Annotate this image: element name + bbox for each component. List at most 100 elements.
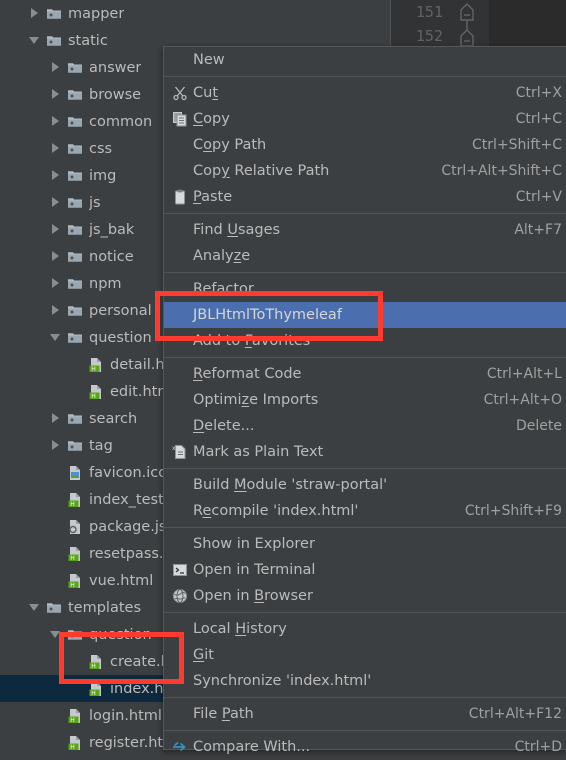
editor-pane[interactable]: 151 152 [390, 0, 566, 47]
menu-item-paste[interactable]: Paste Ctrl+V [164, 184, 566, 210]
menu-item-local-history[interactable]: Local History [164, 616, 566, 642]
menu-item-copy-relative-path[interactable]: Copy Relative Path Ctrl+Alt+Shift+C [164, 158, 566, 184]
tree-item-label: question [89, 329, 152, 346]
html-file-icon: H [89, 654, 101, 669]
html-file-icon: H [68, 492, 80, 507]
menu-item-label: Open in Terminal [193, 562, 316, 578]
menu-item-new[interactable]: New [164, 47, 566, 73]
chevron-down-icon[interactable] [29, 34, 42, 47]
menu-item-synchronize-index-html[interactable]: Synchronize 'index.html' [164, 668, 566, 694]
tree-item-label: login.html [89, 707, 162, 724]
chevron-down-icon[interactable] [29, 601, 42, 614]
folder-icon [68, 251, 82, 262]
menu-item-delete[interactable]: Delete... Delete [164, 413, 566, 439]
menu-item-label: Find Usages [193, 222, 281, 238]
menu-item-label: Cut [193, 85, 219, 101]
chevron-right-icon[interactable] [50, 439, 63, 452]
menu-item-jblhtmltothymeleaf[interactable]: JBLHtmlToThymeleaf [164, 302, 566, 328]
chevron-right-icon[interactable] [50, 169, 63, 182]
menu-item-label: Refactor [193, 281, 254, 297]
menu-item-shortcut: Ctrl+Alt+F12 [468, 706, 562, 722]
chevron-right-icon[interactable] [29, 7, 42, 20]
menu-item-optimize-imports[interactable]: Optimize Imports Ctrl+Alt+O [164, 387, 566, 413]
fold-marker-icon[interactable] [449, 0, 489, 47]
context-menu[interactable]: New Cut Ctrl+X Copy Ctrl+C Copy Path Ctrl+Shif… [163, 46, 566, 755]
plain-text-icon: x [172, 445, 186, 459]
folder-icon [46, 6, 62, 22]
svg-text:H: H [91, 392, 96, 399]
menu-item-open-in-browser[interactable]: Open in Browser [164, 583, 566, 609]
chevron-right-icon[interactable] [50, 223, 63, 236]
folder-icon [67, 168, 83, 184]
menu-item-copy-path[interactable]: Copy Path Ctrl+Shift+C [164, 132, 566, 158]
html-file-icon: H [67, 492, 83, 508]
html-file-icon: H [67, 735, 83, 750]
menu-item-add-to-favorites[interactable]: Add to Favorites [164, 328, 566, 354]
tree-item-label: answer [89, 59, 142, 76]
code-folding-gutter[interactable] [449, 0, 489, 47]
terminal-icon [173, 564, 187, 576]
menu-item-show-in-explorer[interactable]: Show in Explorer [164, 531, 566, 557]
chevron-right-icon[interactable] [50, 250, 63, 263]
folder-icon [47, 8, 61, 19]
folder-icon [68, 170, 82, 181]
menu-separator [164, 468, 566, 469]
tree-item-label: templates [68, 599, 142, 616]
chevron-right-icon[interactable] [50, 142, 63, 155]
line-number: 152 [415, 27, 443, 45]
tree-item-label: js [89, 194, 101, 211]
menu-item-open-in-terminal[interactable]: Open in Terminal [164, 557, 566, 583]
menu-item-shortcut: Ctrl+Alt+L [486, 366, 562, 382]
chevron-right-icon[interactable] [50, 61, 63, 74]
menu-item-git[interactable]: Git [164, 642, 566, 668]
html-file-icon: H [89, 384, 101, 399]
menu-item-build-module-straw-portal[interactable]: Build Module 'straw-portal' [164, 472, 566, 498]
folder-icon [67, 303, 83, 319]
menu-item-label: Synchronize 'index.html' [193, 673, 372, 689]
menu-separator [164, 76, 566, 77]
tree-item-label: common [89, 113, 153, 130]
html-file-icon: H [88, 384, 104, 400]
menu-item-find-usages[interactable]: Find Usages Alt+F7 [164, 217, 566, 243]
folder-icon [46, 33, 62, 49]
menu-item-compare-with[interactable]: Compare With... Ctrl+D [164, 734, 566, 760]
menu-item-label: Reformat Code [193, 366, 302, 382]
menu-item-reformat-code[interactable]: Reformat Code Ctrl+Alt+L [164, 361, 566, 387]
menu-separator [164, 272, 566, 273]
menu-item-cut[interactable]: Cut Ctrl+X [164, 80, 566, 106]
chevron-right-icon[interactable] [50, 412, 63, 425]
html-file-icon: H [67, 546, 83, 562]
menu-item-file-path[interactable]: File Path Ctrl+Alt+F12 [164, 701, 566, 727]
chevron-right-icon[interactable] [50, 196, 63, 209]
folder-icon [68, 440, 82, 451]
menu-item-refactor[interactable]: Refactor [164, 276, 566, 302]
copy-icon [168, 106, 192, 132]
folder-icon [67, 141, 83, 157]
menu-item-label: JBLHtmlToThymeleaf [193, 307, 342, 323]
chevron-down-icon[interactable] [50, 628, 63, 641]
menu-item-label: Show in Explorer [193, 536, 315, 552]
folder-icon [68, 62, 82, 73]
menu-item-copy[interactable]: Copy Ctrl+C [164, 106, 566, 132]
menu-item-label: Open in Browser [193, 588, 313, 604]
folder-icon [68, 413, 82, 424]
tree-folder-row[interactable]: mapper [0, 0, 390, 27]
folder-icon [67, 438, 83, 454]
folder-icon [68, 332, 82, 343]
folder-icon [67, 114, 83, 130]
menu-item-label: Add to Favorites [193, 333, 311, 349]
chevron-right-icon[interactable] [50, 304, 63, 317]
chevron-right-icon[interactable] [50, 115, 63, 128]
plain-text-icon: x [168, 439, 192, 465]
menu-item-mark-as-plain-text[interactable]: x Mark as Plain Text [164, 439, 566, 465]
chevron-right-icon[interactable] [50, 277, 63, 290]
menu-item-analyze[interactable]: Analyze [164, 243, 566, 269]
menu-item-label: Copy [193, 111, 230, 127]
chevron-down-icon[interactable] [50, 331, 63, 344]
menu-item-recompile-index-html[interactable]: Recompile 'index.html' Ctrl+Shift+F9 [164, 498, 566, 524]
chevron-right-icon[interactable] [50, 88, 63, 101]
folder-icon [68, 224, 82, 235]
